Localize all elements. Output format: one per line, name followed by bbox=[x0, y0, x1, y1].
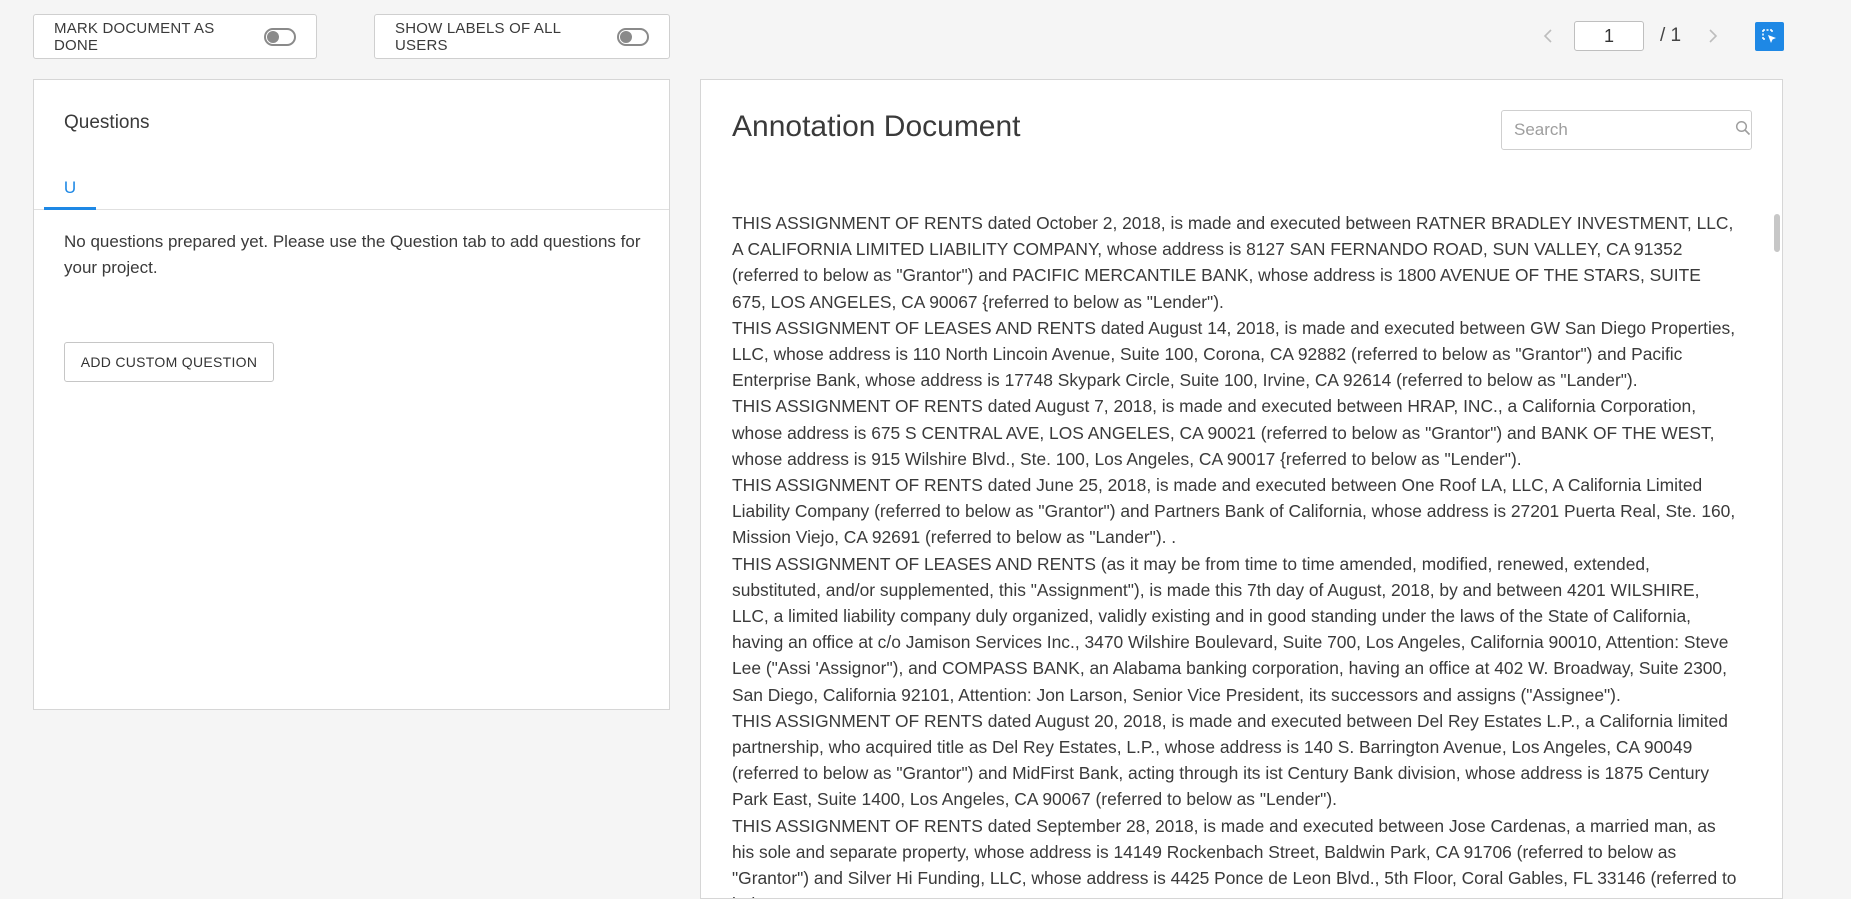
mark-document-done-switch[interactable] bbox=[263, 27, 296, 46]
page-total: / 1 bbox=[1660, 25, 1682, 46]
page-navigator: / 1 bbox=[1528, 20, 1733, 52]
search-input[interactable] bbox=[1514, 120, 1735, 140]
questions-panel: Questions U No questions prepared yet. P… bbox=[33, 79, 670, 710]
no-questions-message: No questions prepared yet. Please use th… bbox=[64, 232, 641, 277]
chevron-left-icon[interactable] bbox=[1528, 20, 1568, 52]
document-paragraph: THIS ASSIGNMENT OF RENTS dated September… bbox=[732, 815, 1737, 898]
mark-document-done-toggle[interactable]: MARK DOCUMENT AS DONE bbox=[33, 14, 317, 59]
switch-knob bbox=[619, 30, 632, 43]
document-text: THIS ASSIGNMENT OF RENTS dated October 2… bbox=[732, 210, 1739, 898]
document-paragraph: THIS ASSIGNMENT OF RENTS dated June 25, … bbox=[732, 475, 1736, 548]
questions-tabs: U bbox=[34, 168, 669, 210]
document-paragraph: THIS ASSIGNMENT OF LEASES AND RENTS date… bbox=[732, 317, 1736, 391]
annotation-document-panel: Annotation Document THIS ASSIGNMENT OF R… bbox=[700, 79, 1783, 899]
show-labels-all-users-switch[interactable] bbox=[616, 27, 649, 46]
document-paragraph: THIS ASSIGNMENT OF RENTS dated August 20… bbox=[732, 710, 1728, 810]
tab-u[interactable]: U bbox=[44, 168, 96, 210]
chevron-right-icon[interactable] bbox=[1693, 20, 1733, 52]
show-labels-all-users-label: SHOW LABELS OF ALL USERS bbox=[395, 19, 561, 54]
document-paragraph: THIS ASSIGNMENT OF RENTS dated October 2… bbox=[732, 213, 1734, 312]
select-region-icon[interactable] bbox=[1755, 22, 1784, 51]
mark-document-done-label: MARK DOCUMENT AS DONE bbox=[54, 19, 215, 54]
document-search[interactable] bbox=[1501, 110, 1752, 150]
document-title: Annotation Document bbox=[732, 110, 1021, 143]
show-labels-all-users-toggle[interactable]: SHOW LABELS OF ALL USERS bbox=[374, 14, 670, 59]
document-paragraph: THIS ASSIGNMENT OF LEASES AND RENTS (as … bbox=[732, 553, 1729, 705]
add-custom-question-button[interactable]: ADD CUSTOM QUESTION bbox=[64, 342, 274, 382]
document-paragraph: THIS ASSIGNMENT OF RENTS dated August 7,… bbox=[732, 396, 1715, 469]
switch-knob bbox=[266, 30, 279, 43]
document-scrollbar[interactable] bbox=[1774, 214, 1780, 252]
search-icon[interactable] bbox=[1735, 120, 1751, 141]
page-number-input[interactable] bbox=[1574, 21, 1644, 51]
questions-title: Questions bbox=[64, 112, 150, 133]
